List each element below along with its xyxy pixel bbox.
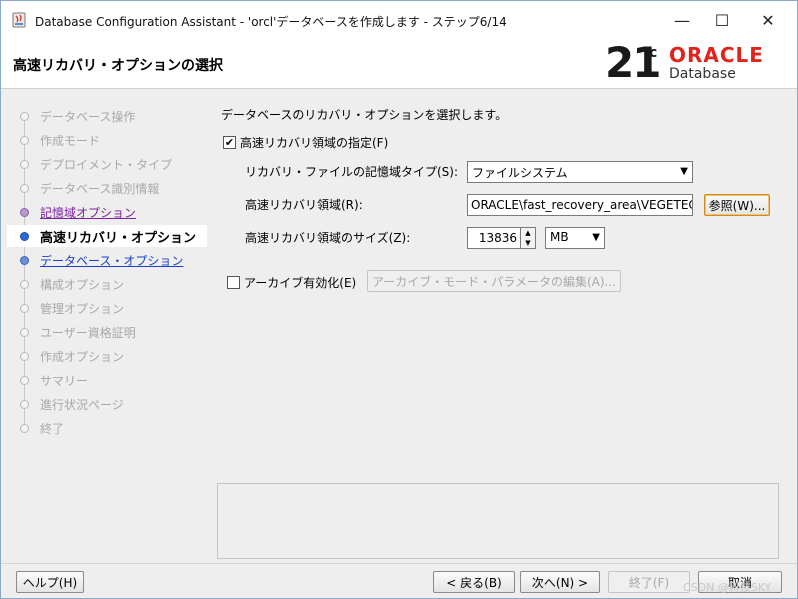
nav-item-label: 高速リカバリ・オプション	[40, 230, 197, 246]
fra-checkbox-row[interactable]: ✔ 高速リカバリ領域の指定(F)	[223, 134, 388, 151]
fra-location-input[interactable]: ORACLE\fast_recovery_area\VEGETECH	[467, 194, 693, 216]
nav-item: 構成オプション	[7, 273, 207, 295]
fra-checkbox-label: 高速リカバリ領域の指定(F)	[240, 136, 389, 150]
dropdown-arrow-icon: ▼	[592, 232, 600, 243]
step-dot-icon	[20, 399, 29, 409]
nav-item-label: 構成オプション	[40, 277, 125, 292]
intro-text: データベースのリカバリ・オプションを選択します。	[221, 108, 508, 122]
nav-item: ユーザー資格証明	[7, 321, 207, 343]
close-icon: ✕	[761, 10, 775, 30]
next-button[interactable]: 次へ(N) >	[520, 571, 600, 593]
step-dot-icon	[20, 255, 29, 265]
step-dot-icon	[20, 135, 29, 145]
step-dot-icon	[20, 111, 29, 121]
step-navigation: データベース操作 作成モードデプロイメント・タイプ データベース識別情報 記憶域オプシ…	[7, 97, 207, 559]
fra-size-input[interactable]: 13836	[467, 227, 521, 249]
step-dot-icon	[20, 231, 29, 241]
fra-size-unit-value: MB	[550, 230, 569, 244]
java-app-icon	[12, 12, 26, 28]
back-button[interactable]: < 戻る(B)	[433, 571, 515, 593]
storage-type-value: ファイルシステム	[472, 166, 568, 180]
step-dot-icon	[20, 351, 29, 361]
nav-item-label: デプロイメント・タイプ	[40, 157, 173, 172]
title-bar: Database Configuration Assistant - 'orcl…	[1, 1, 797, 39]
window-title: Database Configuration Assistant - 'orcl…	[35, 15, 507, 29]
nav-item-label: 進行状況ページ	[40, 397, 124, 412]
nav-item: デプロイメント・タイプ	[7, 153, 207, 175]
help-button-label: ヘルプ(H)	[22, 575, 78, 590]
fra-size-unit-select[interactable]: MB ▼	[545, 227, 605, 249]
dropdown-arrow-icon: ▼	[680, 166, 688, 177]
nav-item: 作成モード	[7, 129, 207, 151]
nav-item-label: 記憶域オプション	[40, 205, 137, 220]
maximize-icon: ☐	[714, 10, 730, 30]
step-dot-icon	[20, 375, 29, 385]
page-title: 高速リカバリ・オプションの選択	[13, 58, 223, 74]
storage-type-label: リカバリ・ファイルの記憶域タイプ(S):	[245, 165, 459, 179]
fra-location-label: 高速リカバリ領域(R):	[245, 198, 363, 212]
close-button[interactable]: ✕	[745, 1, 791, 39]
nav-item: データベース識別情報	[7, 177, 207, 199]
nav-item: 進行状況ページ	[7, 393, 207, 415]
logo-brand: ORACLE	[669, 43, 764, 67]
archive-checkbox-label: アーカイブ有効化(E)	[244, 276, 357, 290]
content-panel: データベースのリカバリ・オプションを選択します。 ✔ 高速リカバリ領域の指定(F…	[215, 97, 785, 559]
finish-button[interactable]: 終了(F)	[608, 571, 690, 593]
nav-item: データベース操作	[7, 105, 207, 127]
minimize-icon: —	[674, 10, 690, 30]
nav-item-label: 終了	[40, 421, 65, 436]
step-dot-icon	[20, 159, 29, 169]
step-dot-icon	[20, 303, 29, 313]
nav-item-label: ユーザー資格証明	[40, 325, 136, 340]
archive-params-button-label: アーカイブ・モード・パラメータの編集(A)...	[372, 274, 616, 289]
step-header: 高速リカバリ・オプションの選択 21 c ORACLE Database	[1, 39, 797, 89]
next-button-label: 次へ(N) >	[531, 575, 589, 590]
step-dot-icon	[20, 207, 29, 217]
nav-item[interactable]: データベース・オプション	[7, 249, 207, 271]
nav-item: 管理オプション	[7, 297, 207, 319]
nav-item-label: 作成モード	[40, 133, 101, 148]
nav-item: 作成オプション	[7, 345, 207, 367]
nav-item-label: データベース・オプション	[40, 253, 184, 268]
footer-divider	[1, 563, 797, 564]
fra-size-label: 高速リカバリ領域のサイズ(Z):	[245, 231, 411, 245]
dbca-window: Database Configuration Assistant - 'orcl…	[0, 0, 798, 599]
fra-checkbox[interactable]: ✔	[223, 136, 236, 149]
nav-item: サマリー	[7, 369, 207, 391]
spinner-down-icon[interactable]: ▼	[521, 238, 535, 248]
logo-version-sup: c	[649, 45, 658, 61]
back-button-label: < 戻る(B)	[446, 575, 502, 590]
message-pane	[217, 483, 779, 559]
nav-item-label: 作成オプション	[40, 349, 125, 364]
browse-button[interactable]: 参照(W)...	[704, 194, 770, 216]
nav-item[interactable]: 高速リカバリ・オプション	[7, 225, 207, 247]
step-dot-icon	[20, 327, 29, 337]
spinner-up-icon[interactable]: ▲	[521, 228, 535, 238]
storage-type-select[interactable]: ファイルシステム ▼	[467, 161, 693, 183]
check-icon: ✔	[224, 136, 235, 149]
logo-product: Database	[669, 66, 736, 82]
watermark: CSDN @科技SKY	[683, 581, 772, 594]
step-dot-icon	[20, 183, 29, 193]
nav-item-label: 管理オプション	[40, 301, 125, 316]
fra-location-value: ORACLE\fast_recovery_area\VEGETECH	[471, 198, 693, 212]
maximize-button[interactable]: ☐	[699, 1, 745, 39]
nav-item-label: データベース操作	[40, 109, 136, 124]
step-dot-icon	[20, 423, 29, 433]
fra-size-value: 13836	[478, 231, 517, 245]
archive-params-button[interactable]: アーカイブ・モード・パラメータの編集(A)...	[367, 270, 621, 292]
nav-item-label: サマリー	[40, 373, 89, 388]
nav-item: 終了	[7, 417, 207, 439]
nav-item-label: データベース識別情報	[40, 181, 160, 196]
nav-item[interactable]: 記憶域オプション	[7, 201, 207, 223]
help-button[interactable]: ヘルプ(H)	[16, 571, 84, 593]
archive-checkbox[interactable]	[227, 276, 240, 289]
browse-button-label: 参照(W)...	[708, 198, 766, 213]
fra-size-spinner[interactable]: ▲ ▼	[520, 227, 536, 249]
step-dot-icon	[20, 279, 29, 289]
finish-button-label: 終了(F)	[628, 575, 670, 590]
archive-checkbox-row[interactable]: アーカイブ有効化(E)	[227, 274, 356, 291]
